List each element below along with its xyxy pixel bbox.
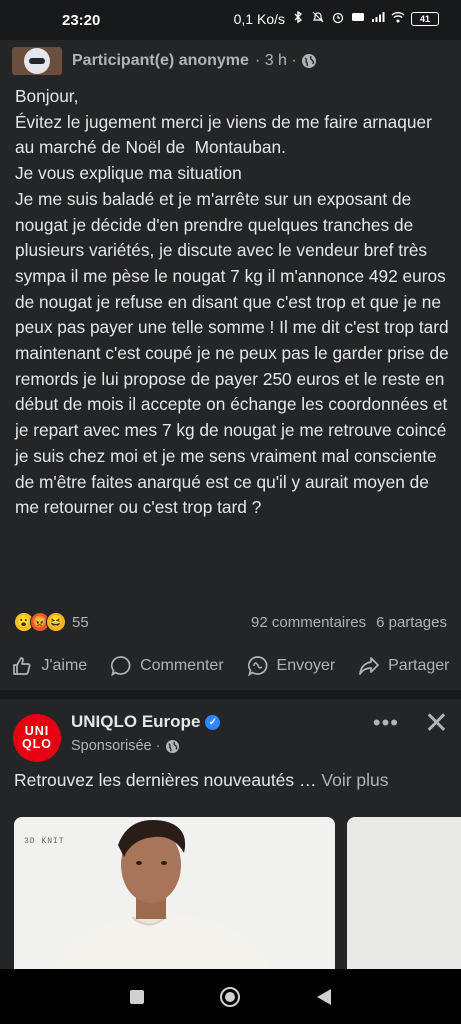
globe-icon — [301, 54, 316, 68]
volte-icon — [351, 10, 365, 27]
post-time: · 3 h · — [254, 52, 297, 69]
comment-label: Commenter — [140, 657, 224, 674]
share-button[interactable]: Partager — [358, 655, 450, 677]
post-body: Bonjour, Évitez le jugement merci je vie… — [15, 86, 449, 518]
messenger-icon — [247, 656, 267, 677]
sponsored-post-header: UNI QLO UNIQLO Europe ✓ Sponsorisée · ••… — [0, 704, 461, 764]
android-nav-bar — [0, 969, 461, 1024]
ad-text: Retrouvez les dernières nouveautés … Voi… — [14, 770, 454, 791]
uniqlo-logo[interactable]: UNI QLO — [13, 714, 61, 762]
bluetooth-icon — [291, 10, 305, 27]
signal-icon — [371, 10, 385, 27]
anonymous-avatar[interactable] — [12, 47, 62, 75]
battery-icon: 41 — [411, 11, 439, 26]
sponsored-label: Sponsorisée · — [71, 738, 180, 754]
see-more-link[interactable]: Voir plus — [321, 770, 388, 790]
recents-button[interactable] — [126, 986, 148, 1008]
thumbs-up-icon — [13, 657, 31, 675]
globe-icon — [166, 739, 180, 753]
anonymous-participant-icon — [24, 48, 50, 74]
post-header: Participant(e) anonyme · 3 h · — [0, 40, 461, 82]
send-label: Envoyer — [276, 657, 336, 674]
comment-button[interactable]: Commenter — [110, 655, 224, 677]
carousel-card[interactable] — [347, 817, 461, 969]
share-arrow-icon — [359, 657, 379, 675]
wifi-icon — [391, 10, 405, 27]
square-icon — [129, 989, 144, 1004]
carousel-card[interactable]: 3D KNIT — [14, 817, 335, 969]
status-bar: 23:20 0,1 Ko/s 41 — [0, 0, 461, 40]
comment-bubble-icon — [111, 656, 131, 677]
share-label: Partager — [388, 657, 450, 674]
triangle-back-icon — [317, 988, 332, 1005]
send-button[interactable]: Envoyer — [247, 655, 336, 677]
ad-carousel[interactable]: 3D KNIT — [14, 817, 461, 969]
shares-count[interactable]: 6 partages — [376, 614, 447, 631]
more-options-icon[interactable]: ••• — [373, 710, 399, 736]
alarm-icon — [331, 10, 345, 27]
reaction-count[interactable]: 55 — [72, 614, 89, 631]
post-author[interactable]: Participant(e) anonyme — [72, 52, 249, 70]
status-icons: 0,1 Ko/s 41 — [234, 10, 439, 27]
verified-badge-icon: ✓ — [205, 714, 221, 730]
post-meta: · 3 h · — [255, 52, 317, 70]
status-time: 23:20 — [62, 12, 101, 29]
like-button[interactable]: J'aime — [11, 655, 87, 677]
home-button[interactable] — [219, 986, 241, 1008]
mute-icon — [311, 10, 325, 27]
close-icon[interactable]: ✕ — [424, 706, 449, 741]
feed-divider — [0, 690, 461, 699]
like-label: J'aime — [41, 657, 88, 674]
back-button[interactable] — [313, 986, 335, 1008]
ad-text-body: Retrouvez les dernières nouveautés … — [14, 770, 322, 790]
card-tag: 3D KNIT — [24, 837, 65, 846]
haha-reaction-icon[interactable]: 😆 — [46, 612, 66, 632]
reactions-row: 😮 😡 😆 55 92 commentaires 6 partages — [14, 608, 447, 636]
comments-count[interactable]: 92 commentaires — [251, 614, 366, 631]
network-speed: 0,1 Ko/s — [233, 10, 285, 27]
page-name[interactable]: UNIQLO Europe ✓ — [71, 712, 221, 732]
post-actions: J'aime Commenter Envoyer Partager — [0, 648, 461, 684]
circle-icon — [220, 986, 241, 1007]
